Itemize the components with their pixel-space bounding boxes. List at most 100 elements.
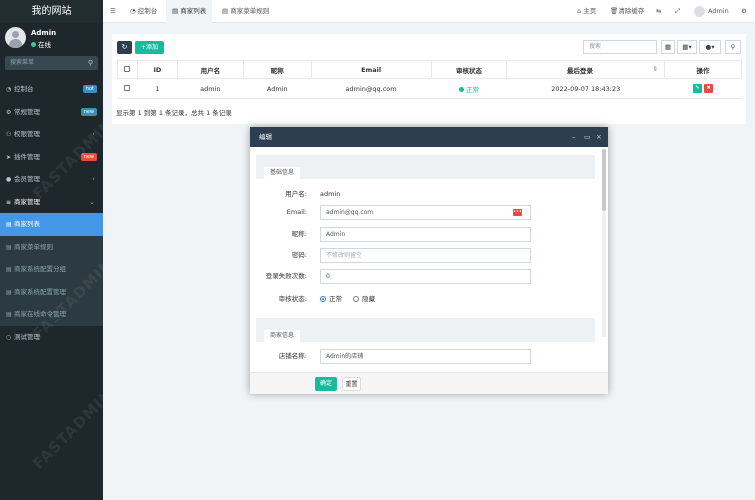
email-picker-icon[interactable]: •••: [513, 209, 522, 216]
pagination-info: 显示第 1 到第 1 条记录，总共 1 条记录: [116, 109, 232, 117]
sidebar-item-general[interactable]: ⚙ 常规管理 new: [0, 101, 103, 124]
table-search-input[interactable]: 搜索: [583, 40, 657, 54]
top-navbar: ☰ ◔ 控制台 ▤ 商家列表 ▤ 商家菜单规则 ⌂ 主页 🗑清除缓存 ⇆ ⤢ A…: [103, 0, 755, 23]
col-id[interactable]: ID: [136, 60, 178, 79]
confirm-button[interactable]: 确定: [315, 377, 337, 391]
shop-name-field[interactable]: Admin的店铺: [320, 349, 531, 364]
dialog-header: 编辑 – ▭ ×: [250, 127, 608, 147]
status-row: 审核状态: 正常 隐藏: [250, 292, 600, 307]
table-icon: ▦: [664, 43, 672, 51]
online-dot-icon: [31, 42, 36, 47]
sort-icon: ⇕: [652, 64, 659, 73]
avatar: [5, 27, 26, 48]
dialog-scrollbar[interactable]: [602, 149, 606, 337]
close-icon[interactable]: ×: [596, 127, 602, 147]
dashboard-icon: ◔: [130, 7, 138, 15]
settings-gear-icon[interactable]: ⚙: [741, 0, 747, 23]
rocket-icon: ➤: [6, 153, 12, 161]
clear-cache-button[interactable]: 🗑清除缓存: [610, 0, 644, 23]
search-icon: ⚲: [730, 43, 736, 51]
nickname-row: 昵称: Admin: [250, 227, 600, 242]
loginfail-label: 登录失败次数:: [265, 272, 307, 280]
sidebar-item-merchant-menu-rules[interactable]: ▤ 商家菜单规则: [0, 236, 103, 259]
circle-icon: ○: [6, 333, 12, 341]
dialog-footer: 确定 重置: [250, 372, 608, 394]
table-header-row: ID 用户名 昵称 Email 审核状态 最后登录 ⇕ 操作: [117, 60, 742, 79]
group-icon: ⚇: [6, 131, 12, 138]
status-radio-group: 正常 隐藏: [320, 292, 375, 307]
sidebar-item-merchant-list[interactable]: ▤ 商家列表: [0, 213, 103, 236]
language-icon[interactable]: ⇆: [656, 0, 661, 23]
nickname-label: 昵称:: [291, 230, 307, 238]
tab-dashboard[interactable]: ◔ 控制台: [130, 0, 157, 23]
dialog-title: 编辑: [259, 133, 272, 141]
section-tab: 基础信息: [264, 167, 301, 179]
cell-id: 1: [137, 78, 178, 99]
user-export-icon: ●▾: [705, 43, 715, 51]
columns-button[interactable]: ▦▾: [677, 40, 697, 54]
cell-last-login: 2022-09-07 18:43:23: [506, 78, 665, 99]
list-icon: ▤: [6, 266, 12, 273]
add-button[interactable]: +添加: [135, 41, 164, 54]
sidebar-item-dashboard[interactable]: ◔ 控制台 hot: [0, 78, 103, 101]
edit-dialog: 编辑 – ▭ × 基础信息 用户名: admin Email: admin@qq…: [250, 127, 608, 394]
cogs-icon: ⚙: [6, 108, 12, 116]
sidebar-search-input[interactable]: 搜索菜单 ⚲: [5, 56, 98, 70]
list-icon: ▤: [172, 7, 181, 15]
site-logo[interactable]: 我的网站: [0, 0, 103, 23]
home-link[interactable]: ⌂ 主页: [577, 0, 596, 23]
hot-badge: hot: [82, 85, 97, 93]
chevron-down-icon: ⌄: [89, 197, 95, 206]
delete-button[interactable]: ✖: [704, 84, 714, 93]
loginfail-field[interactable]: 0: [320, 269, 531, 284]
col-status[interactable]: 审核状态: [430, 60, 508, 79]
col-username[interactable]: 用户名: [176, 60, 244, 79]
status-hidden-radio[interactable]: 隐藏: [353, 295, 375, 303]
refresh-icon: ↻: [121, 43, 128, 51]
export-button[interactable]: ●▾: [699, 40, 721, 54]
status-normal-radio[interactable]: 正常: [320, 295, 342, 303]
col-nickname[interactable]: 昵称: [242, 60, 312, 79]
user-menu[interactable]: Admin: [694, 0, 729, 23]
status-badge: 正常: [458, 86, 479, 94]
chevron-left-icon: ‹: [92, 175, 95, 183]
password-field[interactable]: 不修改则留空: [320, 248, 531, 263]
edit-button[interactable]: ✎: [693, 84, 702, 93]
cell-nickname: Admin: [243, 78, 312, 99]
nickname-field[interactable]: Admin: [320, 227, 531, 242]
username-value: admin: [320, 190, 341, 198]
user-panel: Admin 在线: [0, 23, 103, 53]
tab-merchant-menu-rules[interactable]: ▤ 商家菜单规则: [222, 0, 269, 23]
sidebar-item-merchant[interactable]: ≡ 商家管理 ⌄: [0, 191, 103, 214]
user-icon: ●: [6, 176, 12, 183]
status-label: 审核状态:: [278, 295, 307, 303]
email-field[interactable]: admin@qq.com •••: [320, 205, 531, 220]
select-all-checkbox[interactable]: [117, 60, 138, 79]
row-checkbox[interactable]: [117, 78, 138, 99]
section-merchant-info: 商家信息: [256, 318, 595, 342]
avatar: [694, 5, 705, 17]
password-label: 密码:: [291, 251, 307, 259]
email-row: Email: admin@qq.com •••: [250, 205, 600, 220]
status-dot-icon: [458, 86, 464, 92]
col-last-login[interactable]: 最后登录 ⇕: [506, 60, 666, 79]
toggle-view-button[interactable]: ▦: [661, 40, 675, 54]
maximize-icon[interactable]: ▭: [584, 127, 591, 147]
search-icon: ⚲: [87, 59, 93, 67]
col-email[interactable]: Email: [310, 60, 432, 79]
cell-email: admin@qq.com: [311, 78, 432, 99]
refresh-button[interactable]: ↻: [117, 41, 132, 54]
list-icon: ▤: [6, 311, 12, 318]
username-row: 用户名: admin: [250, 187, 600, 202]
minimize-icon[interactable]: –: [572, 127, 576, 147]
fullscreen-icon[interactable]: ⤢: [675, 0, 680, 23]
menu-toggle-icon[interactable]: ☰: [110, 0, 116, 23]
list-icon: ▤: [222, 7, 231, 15]
reset-button[interactable]: 重置: [342, 377, 361, 391]
tab-merchant-list[interactable]: ▤ 商家列表: [166, 0, 213, 23]
grid-icon: ▦▾: [682, 43, 692, 51]
data-table: ID 用户名 昵称 Email 审核状态 最后登录 ⇕ 操作 1 admin Ad…: [117, 60, 742, 99]
cell-username: admin: [177, 78, 244, 99]
search-toggle-button[interactable]: ⚲: [725, 40, 741, 54]
section-basic-info: 基础信息: [256, 155, 595, 179]
